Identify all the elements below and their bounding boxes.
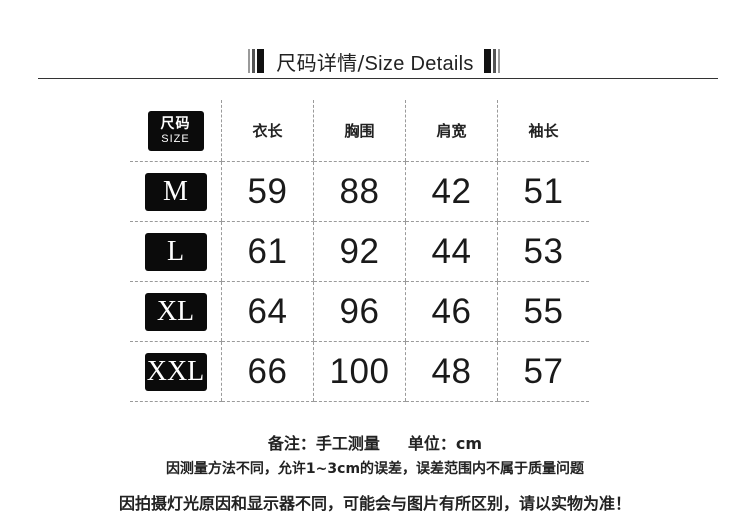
value-cell: 42 <box>405 161 498 222</box>
size-cell: M <box>130 161 222 222</box>
column-header-shoulder: 肩宽 <box>405 100 498 162</box>
value-cell: 53 <box>497 221 589 282</box>
size-cell: XL <box>130 281 222 342</box>
value-sleeve: 51 <box>523 171 564 211</box>
remark-text: 备注：手工测量 <box>267 434 380 453</box>
value-cell: 66 <box>221 341 314 402</box>
value-cell: 51 <box>497 161 589 222</box>
value-chest: 92 <box>339 231 380 271</box>
value-sleeve: 53 <box>523 231 564 271</box>
unit-text: 单位：cm <box>407 434 483 453</box>
page-title: 尺码详情/Size Details <box>276 47 473 76</box>
header-divider <box>38 78 718 79</box>
value-length: 66 <box>247 351 288 391</box>
size-badge: XL <box>144 292 207 331</box>
size-table: 尺码 SIZE 衣长 胸围 肩宽 袖长 M 59 88 42 51 L 61 9… <box>130 100 589 402</box>
table-row: XXL 66 100 48 57 <box>130 341 589 402</box>
corner-cell: 尺码 SIZE <box>130 100 222 162</box>
corner-label-en: SIZE <box>161 132 190 145</box>
size-cell: XXL <box>130 341 222 402</box>
value-cell: 88 <box>313 161 406 222</box>
value-chest: 88 <box>339 171 380 211</box>
table-row: XL 64 96 46 55 <box>130 281 589 342</box>
value-sleeve: 57 <box>523 351 564 391</box>
error-note: 因测量方法不同，允许1~3cm的误差，误差范围内不属于质量问题 <box>165 461 585 477</box>
size-badge: M <box>144 172 207 211</box>
page-header: 尺码详情/Size Details <box>0 44 750 78</box>
decorative-bars-icon <box>248 49 266 73</box>
value-shoulder: 44 <box>431 231 472 271</box>
value-shoulder: 42 <box>431 171 472 211</box>
size-badge: XXL <box>144 352 207 391</box>
column-header-length: 衣长 <box>221 100 314 162</box>
value-cell: 92 <box>313 221 406 282</box>
value-length: 64 <box>247 291 288 331</box>
value-cell: 64 <box>221 281 314 342</box>
page-title-zh: 尺码详情/ <box>276 50 365 75</box>
value-shoulder: 48 <box>431 351 472 391</box>
value-cell: 48 <box>405 341 498 402</box>
value-sleeve: 55 <box>523 291 564 331</box>
value-length: 59 <box>247 171 288 211</box>
size-cell: L <box>130 221 222 282</box>
corner-label-zh: 尺码 <box>160 115 191 132</box>
size-corner-badge: 尺码 SIZE <box>147 110 204 151</box>
value-cell: 61 <box>221 221 314 282</box>
value-cell: 96 <box>313 281 406 342</box>
value-cell: 57 <box>497 341 589 402</box>
value-cell: 44 <box>405 221 498 282</box>
page-title-en: Size Details <box>364 52 474 75</box>
value-cell: 100 <box>313 341 406 402</box>
remark-line: 备注：手工测量 单位：cm <box>0 430 750 454</box>
value-cell: 46 <box>405 281 498 342</box>
value-shoulder: 46 <box>431 291 472 331</box>
value-chest: 96 <box>339 291 380 331</box>
table-row: M 59 88 42 51 <box>130 161 589 222</box>
table-header-row: 尺码 SIZE 衣长 胸围 肩宽 袖长 <box>130 100 589 162</box>
decorative-bars-icon <box>483 49 502 73</box>
photo-note: 因拍摄灯光原因和显示器不同，可能会与图片有所区别，请以实物为准！ <box>118 494 631 513</box>
value-cell: 55 <box>497 281 589 342</box>
column-header-sleeve: 袖长 <box>497 100 589 162</box>
value-chest: 100 <box>329 351 390 391</box>
size-badge: L <box>144 232 207 271</box>
table-row: L 61 92 44 53 <box>130 221 589 282</box>
value-cell: 59 <box>221 161 314 222</box>
column-header-chest: 胸围 <box>313 100 406 162</box>
value-length: 61 <box>247 231 288 271</box>
